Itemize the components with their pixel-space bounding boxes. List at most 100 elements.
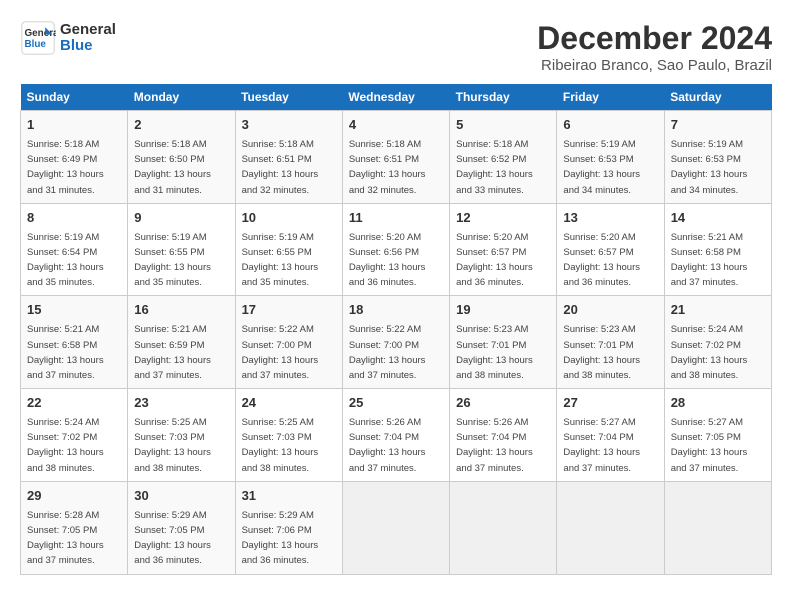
day-cell: 1 Sunrise: 5:18 AMSunset: 6:49 PMDaylight…: [21, 111, 128, 204]
day-cell: 19 Sunrise: 5:23 AMSunset: 7:01 PMDayligh…: [450, 296, 557, 389]
day-cell: 17 Sunrise: 5:22 AMSunset: 7:00 PMDayligh…: [235, 296, 342, 389]
day-cell: 4 Sunrise: 5:18 AMSunset: 6:51 PMDaylight…: [342, 111, 449, 204]
header-cell-thursday: Thursday: [450, 84, 557, 111]
day-number: 19: [456, 301, 550, 320]
day-cell: 6 Sunrise: 5:19 AMSunset: 6:53 PMDaylight…: [557, 111, 664, 204]
day-number: 24: [242, 394, 336, 413]
day-number: 11: [349, 209, 443, 228]
day-number: 16: [134, 301, 228, 320]
calendar-body: 1 Sunrise: 5:18 AMSunset: 6:49 PMDaylight…: [21, 111, 772, 575]
day-cell: 10 Sunrise: 5:19 AMSunset: 6:55 PMDayligh…: [235, 203, 342, 296]
day-number: 13: [563, 209, 657, 228]
day-info: Sunrise: 5:29 AMSunset: 7:06 PMDaylight:…: [242, 510, 319, 567]
day-info: Sunrise: 5:23 AMSunset: 7:01 PMDaylight:…: [456, 324, 533, 381]
header-cell-tuesday: Tuesday: [235, 84, 342, 111]
day-info: Sunrise: 5:19 AMSunset: 6:54 PMDaylight:…: [27, 232, 104, 289]
day-cell: 8 Sunrise: 5:19 AMSunset: 6:54 PMDaylight…: [21, 203, 128, 296]
day-number: 22: [27, 394, 121, 413]
day-info: Sunrise: 5:20 AMSunset: 6:57 PMDaylight:…: [563, 232, 640, 289]
day-info: Sunrise: 5:25 AMSunset: 7:03 PMDaylight:…: [134, 417, 211, 474]
day-number: 20: [563, 301, 657, 320]
day-info: Sunrise: 5:18 AMSunset: 6:52 PMDaylight:…: [456, 139, 533, 196]
day-cell: 13 Sunrise: 5:20 AMSunset: 6:57 PMDayligh…: [557, 203, 664, 296]
week-row-2: 8 Sunrise: 5:19 AMSunset: 6:54 PMDaylight…: [21, 203, 772, 296]
day-number: 4: [349, 116, 443, 135]
day-number: 21: [671, 301, 765, 320]
day-cell: 14 Sunrise: 5:21 AMSunset: 6:58 PMDayligh…: [664, 203, 771, 296]
day-info: Sunrise: 5:18 AMSunset: 6:49 PMDaylight:…: [27, 139, 104, 196]
location-title: Ribeirao Branco, Sao Paulo, Brazil: [537, 57, 772, 74]
day-number: 12: [456, 209, 550, 228]
day-cell: [664, 481, 771, 574]
day-cell: [342, 481, 449, 574]
day-info: Sunrise: 5:19 AMSunset: 6:53 PMDaylight:…: [563, 139, 640, 196]
day-cell: 27Sunrise: 5:27 AMSunset: 7:04 PMDayligh…: [557, 389, 664, 482]
day-info: Sunrise: 5:22 AMSunset: 7:00 PMDaylight:…: [349, 324, 426, 381]
day-cell: 22Sunrise: 5:24 AMSunset: 7:02 PMDayligh…: [21, 389, 128, 482]
day-number: 6: [563, 116, 657, 135]
logo-blue: Blue: [60, 38, 116, 55]
day-info: Sunrise: 5:22 AMSunset: 7:00 PMDaylight:…: [242, 324, 319, 381]
day-cell: 18Sunrise: 5:22 AMSunset: 7:00 PMDayligh…: [342, 296, 449, 389]
day-cell: 16 Sunrise: 5:21 AMSunset: 6:59 PMDayligh…: [128, 296, 235, 389]
day-number: 10: [242, 209, 336, 228]
week-row-5: 29Sunrise: 5:28 AMSunset: 7:05 PMDayligh…: [21, 481, 772, 574]
header-cell-sunday: Sunday: [21, 84, 128, 111]
day-cell: [450, 481, 557, 574]
day-info: Sunrise: 5:20 AMSunset: 6:56 PMDaylight:…: [349, 232, 426, 289]
day-cell: 24 Sunrise: 5:25 AMSunset: 7:03 PMDayligh…: [235, 389, 342, 482]
title-block: December 2024 Ribeirao Branco, Sao Paulo…: [537, 20, 772, 74]
day-cell: 31 Sunrise: 5:29 AMSunset: 7:06 PMDayligh…: [235, 481, 342, 574]
day-info: Sunrise: 5:21 AMSunset: 6:59 PMDaylight:…: [134, 324, 211, 381]
day-info: Sunrise: 5:20 AMSunset: 6:57 PMDaylight:…: [456, 232, 533, 289]
day-number: 27: [563, 394, 657, 413]
day-number: 8: [27, 209, 121, 228]
header-row: SundayMondayTuesdayWednesdayThursdayFrid…: [21, 84, 772, 111]
day-cell: 5Sunrise: 5:18 AMSunset: 6:52 PMDaylight…: [450, 111, 557, 204]
header-cell-friday: Friday: [557, 84, 664, 111]
day-number: 17: [242, 301, 336, 320]
week-row-1: 1 Sunrise: 5:18 AMSunset: 6:49 PMDaylight…: [21, 111, 772, 204]
day-number: 14: [671, 209, 765, 228]
day-cell: 26Sunrise: 5:26 AMSunset: 7:04 PMDayligh…: [450, 389, 557, 482]
day-info: Sunrise: 5:23 AMSunset: 7:01 PMDaylight:…: [563, 324, 640, 381]
day-cell: [557, 481, 664, 574]
day-info: Sunrise: 5:18 AMSunset: 6:51 PMDaylight:…: [349, 139, 426, 196]
day-info: Sunrise: 5:26 AMSunset: 7:04 PMDaylight:…: [456, 417, 533, 474]
logo-icon: General Blue: [20, 20, 56, 56]
day-info: Sunrise: 5:18 AMSunset: 6:51 PMDaylight:…: [242, 139, 319, 196]
day-info: Sunrise: 5:26 AMSunset: 7:04 PMDaylight:…: [349, 417, 426, 474]
day-info: Sunrise: 5:29 AMSunset: 7:05 PMDaylight:…: [134, 510, 211, 567]
day-number: 7: [671, 116, 765, 135]
day-cell: 28Sunrise: 5:27 AMSunset: 7:05 PMDayligh…: [664, 389, 771, 482]
page-header: General Blue General Blue December 2024 …: [20, 20, 772, 74]
day-number: 28: [671, 394, 765, 413]
day-number: 3: [242, 116, 336, 135]
day-number: 25: [349, 394, 443, 413]
header-cell-wednesday: Wednesday: [342, 84, 449, 111]
header-cell-monday: Monday: [128, 84, 235, 111]
svg-text:Blue: Blue: [25, 39, 47, 50]
day-info: Sunrise: 5:18 AMSunset: 6:50 PMDaylight:…: [134, 139, 211, 196]
day-cell: 9Sunrise: 5:19 AMSunset: 6:55 PMDaylight…: [128, 203, 235, 296]
logo: General Blue General Blue: [20, 20, 116, 56]
month-title: December 2024: [537, 20, 772, 57]
day-info: Sunrise: 5:25 AMSunset: 7:03 PMDaylight:…: [242, 417, 319, 474]
day-cell: 2 Sunrise: 5:18 AMSunset: 6:50 PMDaylight…: [128, 111, 235, 204]
day-info: Sunrise: 5:19 AMSunset: 6:53 PMDaylight:…: [671, 139, 748, 196]
week-row-4: 22Sunrise: 5:24 AMSunset: 7:02 PMDayligh…: [21, 389, 772, 482]
day-cell: 3 Sunrise: 5:18 AMSunset: 6:51 PMDaylight…: [235, 111, 342, 204]
day-cell: 15Sunrise: 5:21 AMSunset: 6:58 PMDayligh…: [21, 296, 128, 389]
day-number: 2: [134, 116, 228, 135]
day-number: 1: [27, 116, 121, 135]
day-info: Sunrise: 5:24 AMSunset: 7:02 PMDaylight:…: [671, 324, 748, 381]
week-row-3: 15Sunrise: 5:21 AMSunset: 6:58 PMDayligh…: [21, 296, 772, 389]
day-info: Sunrise: 5:21 AMSunset: 6:58 PMDaylight:…: [671, 232, 748, 289]
day-number: 23: [134, 394, 228, 413]
day-info: Sunrise: 5:19 AMSunset: 6:55 PMDaylight:…: [242, 232, 319, 289]
day-number: 9: [134, 209, 228, 228]
day-number: 29: [27, 487, 121, 506]
day-number: 31: [242, 487, 336, 506]
day-cell: 30Sunrise: 5:29 AMSunset: 7:05 PMDayligh…: [128, 481, 235, 574]
day-cell: 12 Sunrise: 5:20 AMSunset: 6:57 PMDayligh…: [450, 203, 557, 296]
